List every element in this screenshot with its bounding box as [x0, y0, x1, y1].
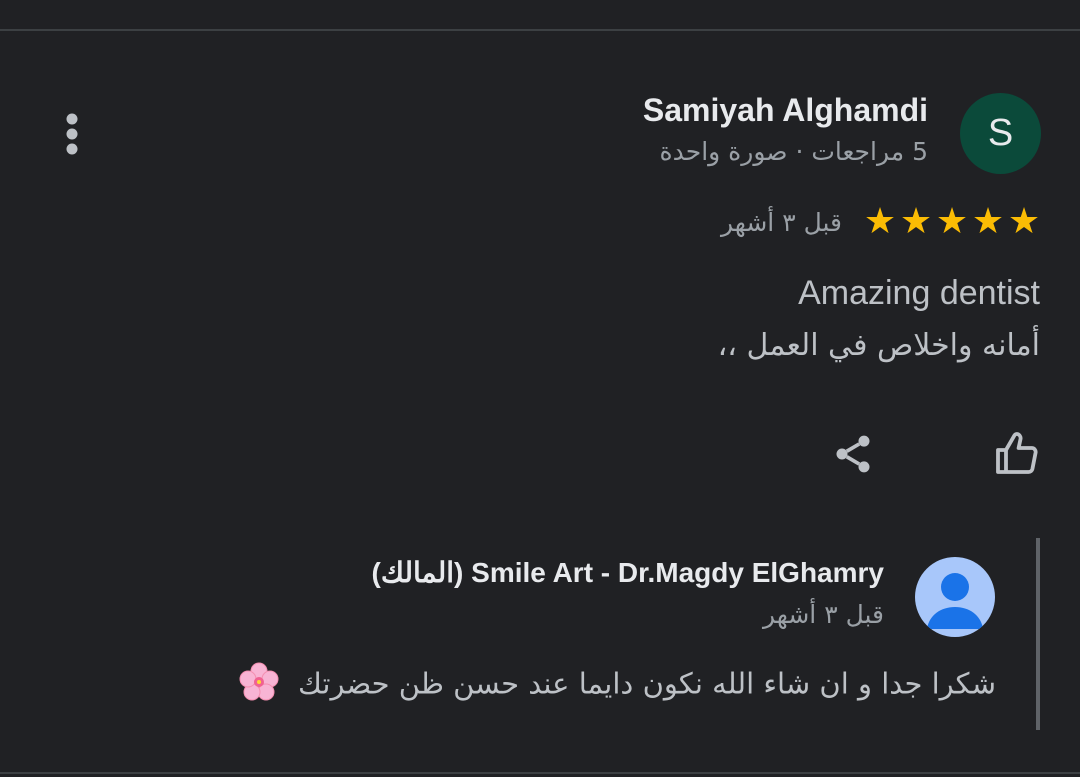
more-vert-icon	[66, 113, 78, 155]
review-text-english: Amazing dentist	[798, 274, 1040, 312]
share-icon	[836, 435, 870, 473]
like-button[interactable]	[990, 427, 1044, 481]
share-button[interactable]	[826, 427, 880, 481]
owner-reply-date: قبل ٣ أشهر	[763, 600, 884, 629]
top-divider	[0, 29, 1080, 31]
review-text-arabic: أمانه واخلاص في العمل ،،	[717, 328, 1040, 363]
star-rating: ★ ★ ★ ★ ★	[862, 200, 1042, 244]
reviewer-name[interactable]: Samiyah Alghamdi	[643, 92, 928, 129]
star-icon: ★	[899, 201, 933, 242]
star-icon: ★	[863, 201, 897, 242]
rating-row: ★ ★ ★ ★ ★ قبل ٣ أشهر	[721, 200, 1042, 244]
bottom-divider	[0, 772, 1080, 774]
owner-reply-text: شكرا جدا و ان شاء الله نكون دايما عند حس…	[297, 666, 996, 701]
review-date: قبل ٣ أشهر	[721, 207, 842, 237]
owner-avatar[interactable]	[915, 557, 995, 637]
star-icon: ★	[1007, 201, 1041, 242]
reviewer-meta: 5 مراجعات · صورة واحدة	[659, 137, 928, 166]
reply-indent-bar	[1036, 538, 1040, 730]
cherry-blossom-icon	[239, 662, 279, 709]
owner-reply-text-row: شكرا جدا و ان شاء الله نكون دايما عند حس…	[239, 662, 996, 709]
owner-name: Smile Art - Dr.Magdy ElGhamry (المالك)	[371, 557, 884, 588]
star-icon: ★	[971, 201, 1005, 242]
person-icon	[927, 573, 983, 629]
thumb-up-icon	[996, 432, 1038, 474]
star-icon: ★	[935, 201, 969, 242]
reviewer-avatar[interactable]: S	[960, 93, 1041, 174]
review-card: S Samiyah Alghamdi 5 مراجعات · صورة واحد…	[0, 0, 1080, 777]
more-options-button[interactable]	[52, 108, 92, 160]
